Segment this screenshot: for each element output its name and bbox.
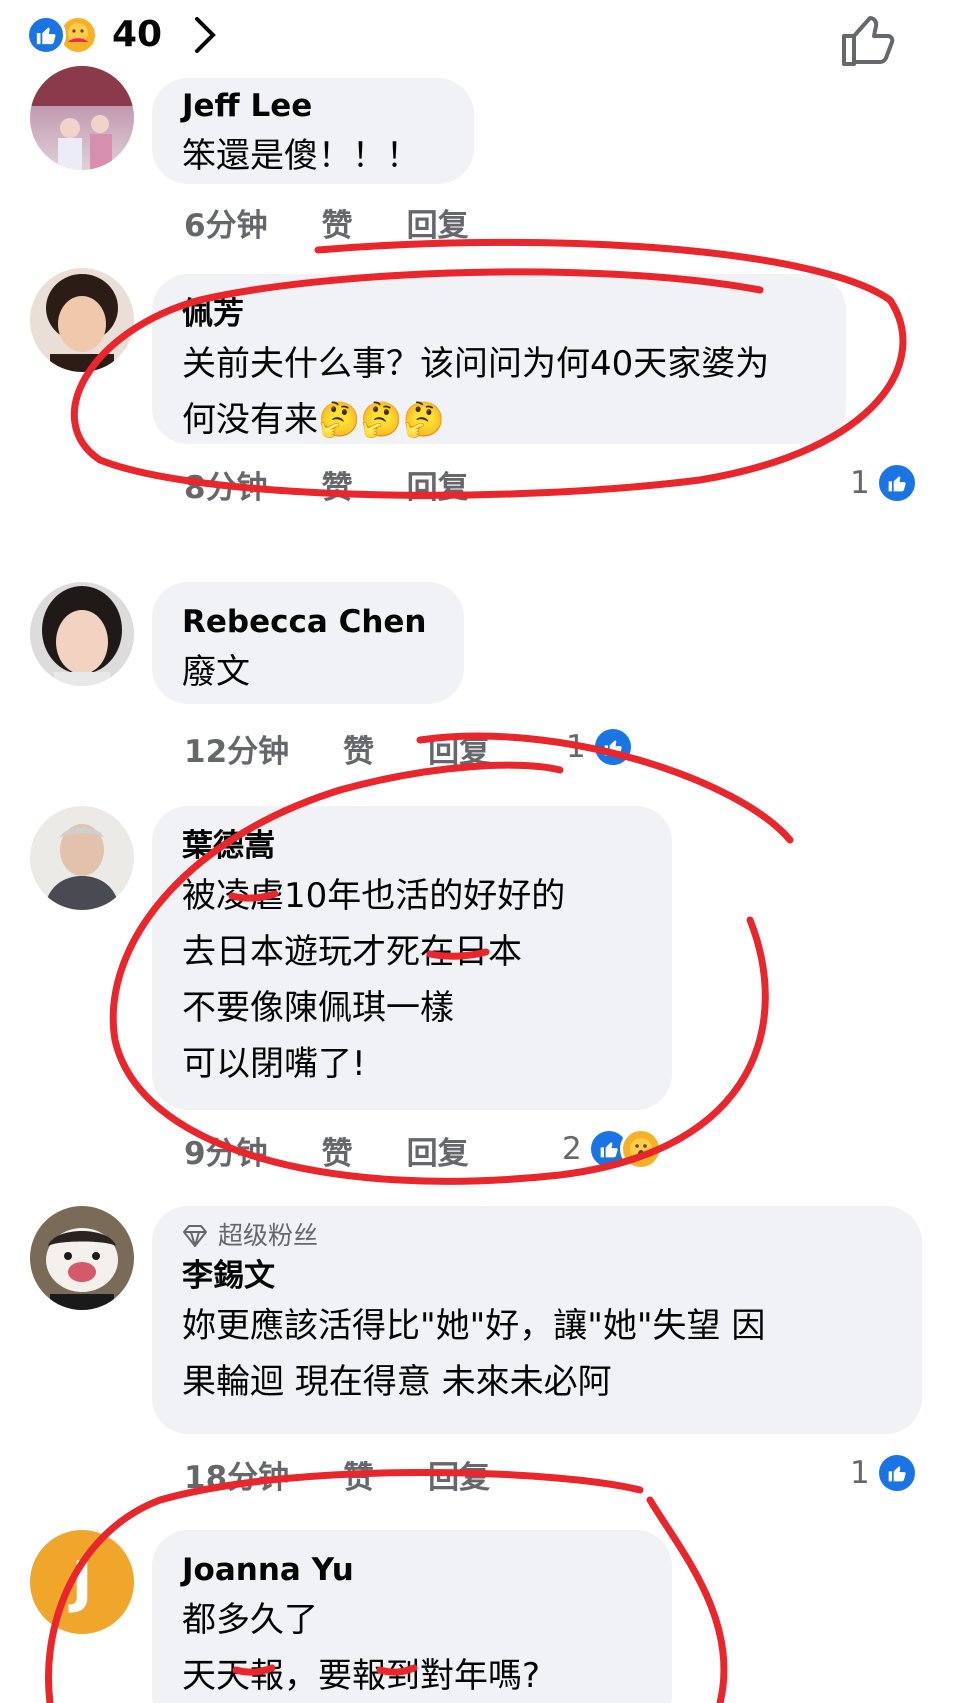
- comment-text: 廢文: [182, 652, 250, 692]
- like-button[interactable]: 赞: [322, 200, 353, 245]
- comment-bubble[interactable]: 超级粉丝 李錫文 妳更應該活得比"她"好，讓"她"失望 因 果輪迴 現在得意 未…: [152, 1206, 922, 1434]
- comment-bubble[interactable]: Rebecca Chen 廢文: [152, 582, 464, 704]
- reactions-header: 40: [0, 0, 956, 90]
- commenter-name[interactable]: Rebecca Chen: [182, 600, 434, 644]
- comment-text: 关前夫什么事？该问问为何40天家婆为 何没有来🤔🤔🤔: [182, 344, 770, 440]
- reply-button[interactable]: 回复: [428, 1452, 490, 1497]
- reply-button[interactable]: 回复: [407, 1128, 469, 1173]
- comment-actions: 12分钟 赞 回复: [184, 726, 544, 771]
- commenter-name[interactable]: Jeff Lee: [182, 84, 444, 128]
- reply-button[interactable]: 回复: [428, 726, 490, 771]
- avatar[interactable]: [30, 1206, 134, 1310]
- avatar[interactable]: [30, 268, 134, 372]
- comment-time: 6分钟: [184, 208, 268, 244]
- like-reaction-icon: [26, 14, 66, 55]
- comment-time: 9分钟: [184, 1136, 268, 1172]
- comment-reaction-summary[interactable]: 1: [566, 726, 634, 768]
- comment-bubble[interactable]: 佩芳 关前夫什么事？该问问为何40天家婆为 何没有来🤔🤔🤔: [152, 274, 846, 444]
- commenter-name[interactable]: Joanna Yu: [182, 1548, 642, 1592]
- top-fan-badge: 超级粉丝: [182, 1218, 892, 1254]
- comment-bubble[interactable]: Joanna Yu 都多久了 天天報，要報到對年嗎?: [152, 1530, 672, 1703]
- like-reaction-icon: [875, 462, 918, 504]
- comment-reaction-summary[interactable]: 1: [850, 1452, 918, 1494]
- commenter-name[interactable]: 李錫文: [182, 1254, 892, 1298]
- comment-time: 8分钟: [184, 470, 268, 506]
- avatar[interactable]: [30, 66, 134, 170]
- reaction-count: 40: [112, 14, 163, 55]
- like-button[interactable]: 赞: [343, 1452, 374, 1497]
- comment-reaction-summary[interactable]: 1: [850, 462, 918, 504]
- comment-reaction-summary[interactable]: 2: [562, 1128, 662, 1170]
- commenter-name[interactable]: 葉德嵩: [182, 824, 642, 868]
- avatar[interactable]: [30, 582, 134, 686]
- like-button[interactable]: 赞: [322, 1128, 353, 1173]
- reaction-count: 1: [566, 729, 586, 765]
- commenter-name[interactable]: 佩芳: [182, 292, 816, 336]
- comment-text: 都多久了 天天報，要報到對年嗎?: [182, 1600, 541, 1696]
- avatar[interactable]: J: [30, 1530, 134, 1634]
- comment-actions: 9分钟 赞 回复: [184, 1128, 523, 1173]
- chevron-right-icon[interactable]: [192, 15, 218, 55]
- comment-text: 笨還是傻！！！: [182, 136, 420, 176]
- like-reaction-icon: [591, 726, 634, 768]
- comment-bubble[interactable]: Jeff Lee 笨還是傻！！！: [152, 78, 474, 184]
- comment-actions: 6分钟 赞 回复: [184, 200, 523, 245]
- reaction-count: 1: [850, 465, 870, 501]
- comment-actions: 8分钟 赞 回复: [184, 462, 523, 507]
- badge-label: 超级粉丝: [218, 1221, 319, 1250]
- comment-text: 妳更應該活得比"她"好，讓"她"失望 因 果輪迴 現在得意 未來未必阿: [182, 1306, 766, 1402]
- comment-actions: 18分钟 赞 回复: [184, 1452, 544, 1497]
- diamond-icon: [183, 1225, 207, 1247]
- like-button[interactable]: 赞: [343, 726, 374, 771]
- like-button[interactable]: 赞: [322, 462, 353, 507]
- wow-reaction-icon: [619, 1128, 662, 1170]
- thumbs-up-outline-icon[interactable]: [838, 10, 898, 70]
- comment-bubble[interactable]: 葉德嵩 被凌虐10年也活的好好的 去日本遊玩才死在日本 不要像陳佩琪一樣 可以閉…: [152, 806, 672, 1110]
- reply-button[interactable]: 回复: [407, 462, 469, 507]
- reaction-count: 2: [562, 1131, 582, 1167]
- avatar-letter: J: [71, 1549, 93, 1615]
- reaction-summary[interactable]: 40: [26, 14, 218, 55]
- comment-time: 12分钟: [184, 734, 290, 770]
- comment-text: 被凌虐10年也活的好好的 去日本遊玩才死在日本 不要像陳佩琪一樣 可以閉嘴了!: [182, 876, 566, 1084]
- reply-button[interactable]: 回复: [407, 200, 469, 245]
- reaction-count: 1: [850, 1455, 870, 1491]
- like-reaction-icon: [875, 1452, 918, 1494]
- avatar[interactable]: [30, 806, 134, 910]
- comment-time: 18分钟: [184, 1460, 290, 1496]
